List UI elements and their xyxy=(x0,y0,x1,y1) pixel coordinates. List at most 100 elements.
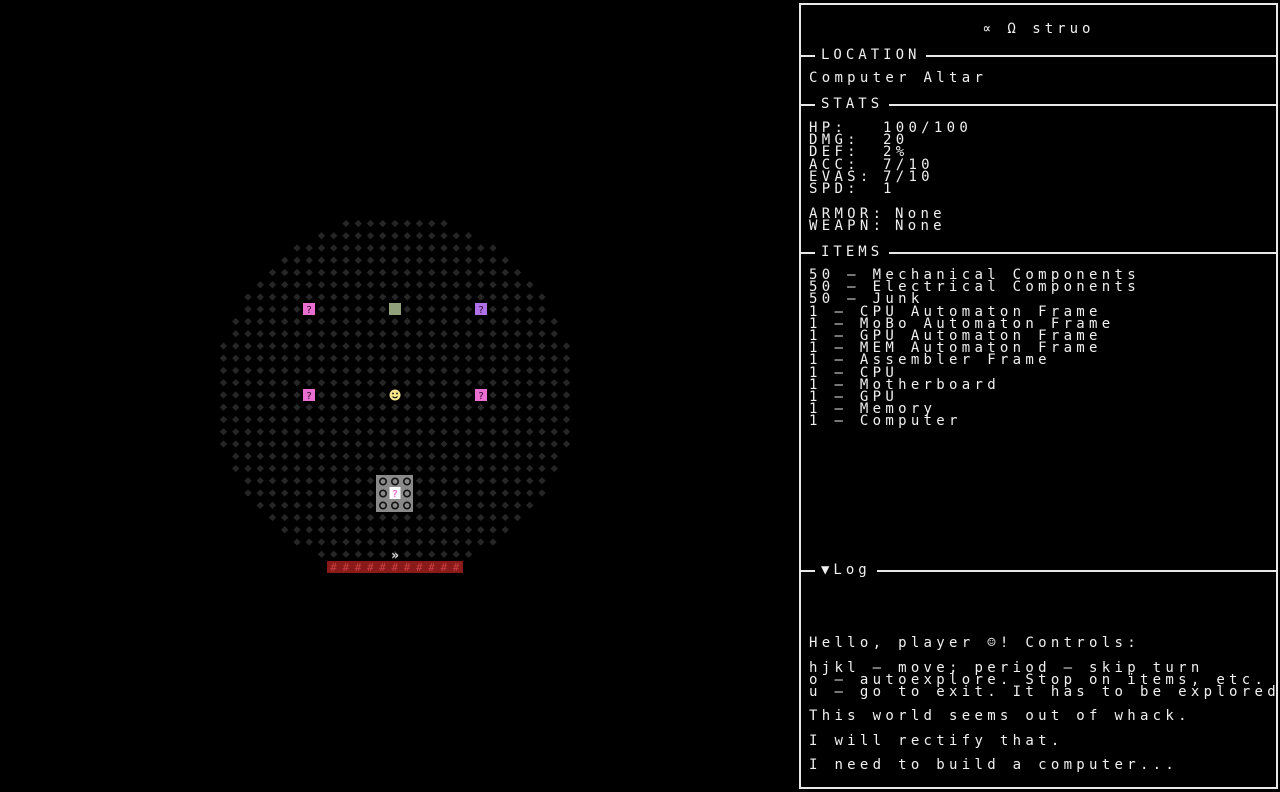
floor-tile xyxy=(428,305,436,313)
floor-tile xyxy=(538,366,546,375)
floor-tile xyxy=(489,354,497,362)
floor-tile xyxy=(366,244,375,252)
floor-tile xyxy=(379,526,387,534)
stat-value: 1 xyxy=(883,180,896,197)
floor-tile xyxy=(391,293,399,301)
floor-tile xyxy=(428,526,436,534)
floor-tile xyxy=(452,305,460,313)
floor-tile xyxy=(477,354,485,362)
floor-tile xyxy=(477,538,485,546)
floor-tile xyxy=(330,501,338,509)
floor-tile xyxy=(244,464,252,473)
floor-tile xyxy=(317,489,326,497)
floor-tile xyxy=(354,464,362,473)
floor-tile xyxy=(452,366,460,375)
floor-tile xyxy=(330,538,338,546)
floor-tile xyxy=(366,366,375,375)
floor-tile xyxy=(342,477,350,485)
floor-tile xyxy=(330,477,338,485)
floor-tile xyxy=(366,452,375,460)
floor-tile xyxy=(305,293,313,301)
floor-tile xyxy=(317,232,326,240)
floor-tile xyxy=(342,440,350,448)
floor-tile xyxy=(501,477,509,485)
floor-tile xyxy=(477,501,485,509)
floor-tile xyxy=(342,526,350,534)
floor-tile xyxy=(391,440,399,448)
floor-tile xyxy=(550,379,558,387)
floor-tile xyxy=(330,244,338,252)
floor-tile xyxy=(317,550,326,558)
floor-tile xyxy=(317,244,326,252)
floor-tile xyxy=(379,440,387,448)
floor-tile xyxy=(244,415,252,424)
floor-tile xyxy=(354,366,362,375)
floor-tile xyxy=(415,256,424,264)
floor-tile xyxy=(464,526,473,534)
floor-tile xyxy=(244,489,252,497)
floor-tile xyxy=(403,305,411,313)
floor-tile xyxy=(330,330,338,338)
floor-tile xyxy=(526,489,534,497)
floor-tile xyxy=(342,452,350,460)
floor-tile xyxy=(219,366,228,375)
floor-tile xyxy=(538,403,546,411)
floor-tile xyxy=(489,317,497,326)
floor-tile xyxy=(464,281,473,289)
floor-tile xyxy=(354,513,362,522)
floor-tile xyxy=(562,379,571,387)
log-section-header[interactable]: ▼Log xyxy=(801,562,1276,578)
floor-tile xyxy=(354,281,362,289)
floor-tile xyxy=(268,305,277,313)
floor-tile xyxy=(428,391,436,399)
floor-tile xyxy=(342,244,350,252)
floor-tile xyxy=(489,293,497,301)
floor-tile xyxy=(477,440,485,448)
floor-tile xyxy=(526,428,534,436)
floor-tile xyxy=(477,489,485,497)
game-map[interactable]: # # # # # # # # # # # ?????» xyxy=(0,0,798,792)
floor-tile xyxy=(452,317,460,326)
floor-tile xyxy=(464,538,473,546)
floor-tile xyxy=(219,342,228,350)
floor-tile xyxy=(330,366,338,375)
floor-tile xyxy=(317,379,326,387)
floor-tile xyxy=(391,366,399,375)
floor-tile xyxy=(293,330,301,338)
floor-tile xyxy=(281,477,289,485)
floor-tile xyxy=(268,403,277,411)
floor-tile xyxy=(538,440,546,448)
floor-tile xyxy=(219,428,228,436)
floor-tile xyxy=(550,342,558,350)
log-toggle[interactable]: ▼Log xyxy=(815,562,877,578)
floor-tile xyxy=(489,440,497,448)
floor-tile xyxy=(293,489,301,497)
floor-tile xyxy=(342,391,350,399)
floor-tile xyxy=(513,342,522,350)
floor-tile xyxy=(489,489,497,497)
floor-tile xyxy=(281,489,289,497)
floor-tile xyxy=(305,354,313,362)
svg-text:?: ? xyxy=(392,489,398,500)
floor-tile xyxy=(244,428,252,436)
floor-tile xyxy=(415,550,424,558)
floor-tile xyxy=(440,268,448,277)
floor-tile xyxy=(464,366,473,375)
floor-tile xyxy=(550,354,558,362)
floor-tile xyxy=(415,219,424,228)
floor-tile xyxy=(464,232,473,240)
floor-tile xyxy=(538,452,546,460)
floor-tile xyxy=(513,305,522,313)
floor-tile xyxy=(268,415,277,424)
floor-tile xyxy=(428,330,436,338)
floor-tile xyxy=(305,452,313,460)
svg-text:?: ? xyxy=(306,391,312,402)
floor-tile xyxy=(256,415,264,424)
floor-tile xyxy=(440,440,448,448)
floor-tile xyxy=(538,464,546,473)
side-panel: ∝ Ω struo LOCATION Computer Altar STATS … xyxy=(799,3,1280,789)
floor-tile xyxy=(305,281,313,289)
floor-tile xyxy=(232,354,240,362)
floor-tile xyxy=(330,293,338,301)
floor-tile xyxy=(354,268,362,277)
